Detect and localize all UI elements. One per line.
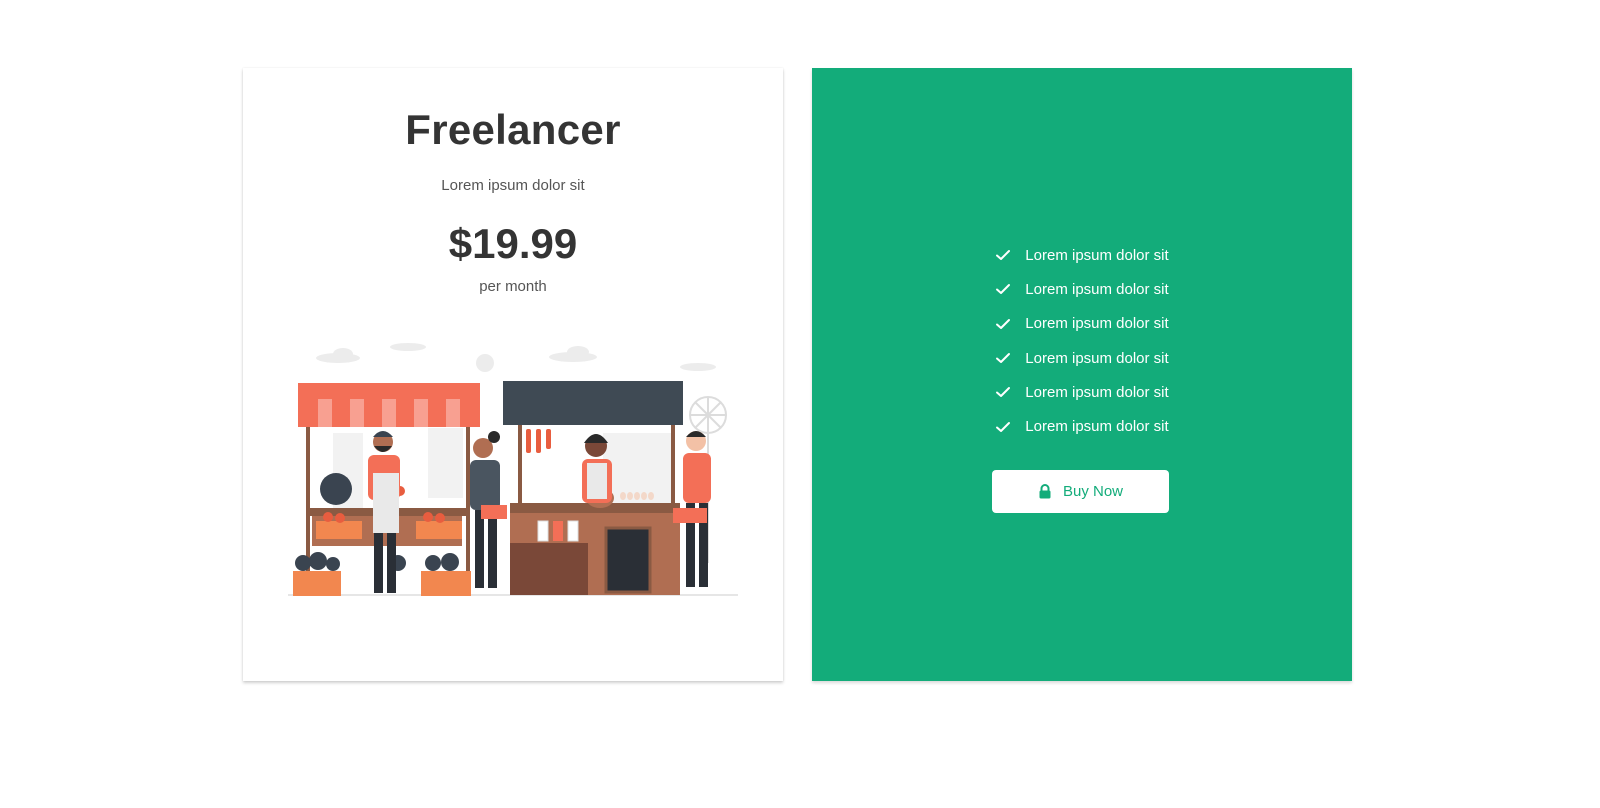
check-icon [996,421,1011,432]
feature-item: Lorem ipsum dolor sit [812,272,1352,306]
check-icon [996,353,1011,364]
buy-now-label: Buy Now [1062,483,1124,500]
feature-item: Lorem ipsum dolor sit [812,375,1352,409]
feature-label: Lorem ipsum dolor sit [1025,349,1169,367]
feature-label: Lorem ipsum dolor sit [1025,383,1169,401]
feature-item: Lorem ipsum dolor sit [812,238,1352,272]
plan-subtitle: Lorem ipsum dolor sit [441,177,585,194]
feature-item: Lorem ipsum dolor sit [812,341,1352,375]
feature-label: Lorem ipsum dolor sit [1025,246,1169,264]
features-panel: Lorem ipsum dolor sit Lorem ipsum dolor … [812,68,1352,681]
plan-period: per month [479,278,547,295]
check-icon [996,250,1011,261]
check-icon [996,284,1011,295]
feature-label: Lorem ipsum dolor sit [1025,315,1169,333]
plan-price: $19.99 [448,220,578,267]
plan-card: Freelancer Lorem ipsum dolor sit $19.99 … [243,68,783,681]
lock-icon [1039,484,1051,499]
feature-item: Lorem ipsum dolor sit [812,409,1352,443]
feature-label: Lorem ipsum dolor sit [1025,418,1169,436]
farmers-market-illustration [288,343,738,596]
plan-title: Freelancer [405,106,621,153]
feature-item: Lorem ipsum dolor sit [812,307,1352,341]
check-icon [996,318,1011,329]
feature-list: Lorem ipsum dolor sit Lorem ipsum dolor … [812,238,1352,444]
buy-now-button[interactable]: Buy Now [992,470,1169,513]
feature-label: Lorem ipsum dolor sit [1025,280,1169,298]
check-icon [996,387,1011,398]
